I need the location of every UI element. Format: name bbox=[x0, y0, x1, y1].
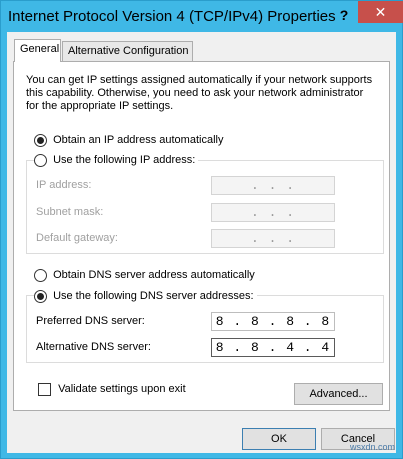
description-text: You can get IP settings assigned automat… bbox=[26, 74, 373, 112]
obtain-dns-auto-label: Obtain DNS server address automatically bbox=[53, 269, 255, 281]
default-gateway-field[interactable]: . . . bbox=[211, 229, 335, 248]
validate-settings-checkbox[interactable]: Validate settings upon exit bbox=[38, 382, 186, 396]
subnet-mask-label: Subnet mask: bbox=[36, 206, 104, 218]
radio-unselected-icon bbox=[34, 153, 47, 167]
validate-settings-label: Validate settings upon exit bbox=[58, 383, 186, 395]
use-dns-radio[interactable]: Use the following DNS server addresses: bbox=[34, 289, 257, 303]
use-dns-label: Use the following DNS server addresses: bbox=[53, 290, 254, 302]
checkbox-unchecked-icon bbox=[38, 382, 51, 396]
ip-address-label: IP address: bbox=[36, 179, 92, 191]
dialog-client-area: General Alternative Configuration You ca… bbox=[7, 32, 396, 453]
advanced-button[interactable]: Advanced... bbox=[294, 383, 383, 405]
alternative-dns-field[interactable]: 8 . 8 . 4 . 4 bbox=[211, 338, 335, 357]
use-ip-label: Use the following IP address: bbox=[53, 154, 196, 166]
watermark: wsxdn.com bbox=[350, 442, 396, 452]
close-button[interactable]: ✕ bbox=[358, 1, 403, 23]
alternative-dns-label: Alternative DNS server: bbox=[36, 341, 151, 353]
subnet-mask-field[interactable]: . . . bbox=[211, 203, 335, 222]
radio-unselected-icon bbox=[34, 268, 47, 282]
title-bar[interactable]: Internet Protocol Version 4 (TCP/IPv4) P… bbox=[1, 1, 403, 32]
preferred-dns-label: Preferred DNS server: bbox=[36, 315, 145, 327]
obtain-dns-auto-radio[interactable]: Obtain DNS server address automatically bbox=[34, 268, 255, 282]
radio-selected-icon bbox=[34, 289, 47, 303]
tab-general[interactable]: General bbox=[14, 39, 61, 62]
default-gateway-label: Default gateway: bbox=[36, 232, 118, 244]
obtain-ip-auto-radio[interactable]: Obtain an IP address automatically bbox=[34, 133, 223, 147]
use-ip-radio[interactable]: Use the following IP address: bbox=[34, 153, 199, 167]
help-button[interactable]: ? bbox=[330, 5, 358, 25]
dialog-window: Internet Protocol Version 4 (TCP/IPv4) P… bbox=[0, 0, 403, 459]
close-icon: ✕ bbox=[374, 4, 387, 20]
ok-button[interactable]: OK bbox=[242, 428, 316, 450]
general-tab-panel: You can get IP settings assigned automat… bbox=[13, 61, 390, 411]
preferred-dns-field[interactable]: 8 . 8 . 8 . 8 bbox=[211, 312, 335, 331]
window-title: Internet Protocol Version 4 (TCP/IPv4) P… bbox=[8, 8, 336, 25]
ip-address-field[interactable]: . . . bbox=[211, 176, 335, 195]
tab-alternative-configuration[interactable]: Alternative Configuration bbox=[62, 41, 193, 61]
radio-selected-icon bbox=[34, 133, 47, 147]
obtain-ip-auto-label: Obtain an IP address automatically bbox=[53, 134, 224, 146]
